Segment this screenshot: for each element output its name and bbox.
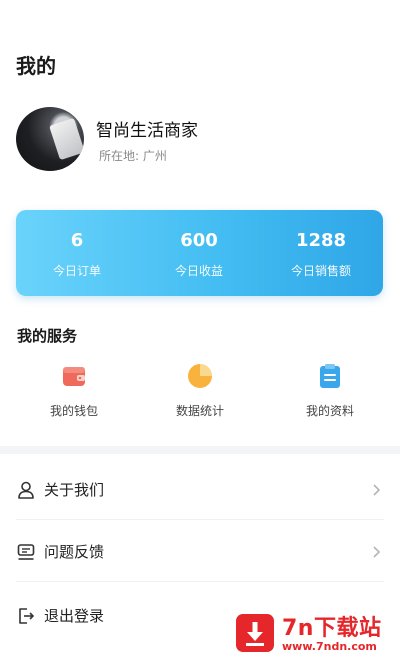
chevron-right-icon <box>373 545 381 558</box>
watermark: 7n下载站 www.7ndn.com <box>232 606 392 662</box>
user-icon <box>18 481 34 499</box>
stat-orders[interactable]: 6 今日订单 <box>16 210 138 296</box>
feedback-icon <box>17 543 35 560</box>
location-value: 广州 <box>142 149 167 163</box>
watermark-title: 7n下载站 <box>282 616 382 641</box>
stat-label: 今日订单 <box>52 264 101 278</box>
stat-label: 今日收益 <box>174 264 223 278</box>
location-label: 所在地: <box>99 149 140 163</box>
stat-income[interactable]: 600 今日收益 <box>138 210 260 296</box>
stat-label: 今日销售额 <box>290 264 351 278</box>
download-logo-icon <box>236 614 274 652</box>
avatar[interactable] <box>16 107 84 171</box>
menu-label: 关于我们 <box>44 480 105 499</box>
menu-label: 问题反馈 <box>44 542 105 561</box>
service-label: 我的钱包 <box>49 404 98 418</box>
services-title: 我的服务 <box>17 327 78 345</box>
menu-item-about[interactable]: 关于我们 <box>16 460 384 520</box>
stat-value: 6 <box>70 230 84 251</box>
clipboard-icon <box>320 364 340 388</box>
service-label: 我的资料 <box>305 404 354 418</box>
stat-value: 600 <box>180 230 218 251</box>
watermark-url: www.7ndn.com <box>282 640 377 653</box>
service-wallet[interactable]: 我的钱包 <box>14 360 134 420</box>
chevron-right-icon <box>373 483 381 496</box>
shop-name: 智尚生活商家 <box>96 121 198 141</box>
menu-item-feedback[interactable]: 问题反馈 <box>16 522 384 582</box>
section-divider <box>0 446 400 454</box>
stats-card: 6 今日订单 600 今日收益 1288 今日销售额 <box>16 210 383 296</box>
service-label: 数据统计 <box>175 404 224 418</box>
service-statistics[interactable]: 数据统计 <box>140 360 260 420</box>
wallet-icon <box>63 367 85 386</box>
logout-icon <box>19 608 35 624</box>
menu-label: 退出登录 <box>44 607 105 625</box>
profile-section[interactable]: 智尚生活商家 所在地: 广州 <box>16 107 384 171</box>
stat-sales[interactable]: 1288 今日销售额 <box>260 210 382 296</box>
pie-chart-icon <box>188 364 212 388</box>
page-title: 我的 <box>16 54 56 78</box>
location: 所在地: 广州 <box>99 147 167 164</box>
service-profile-info[interactable]: 我的资料 <box>270 360 390 420</box>
stat-value: 1288 <box>295 230 347 251</box>
